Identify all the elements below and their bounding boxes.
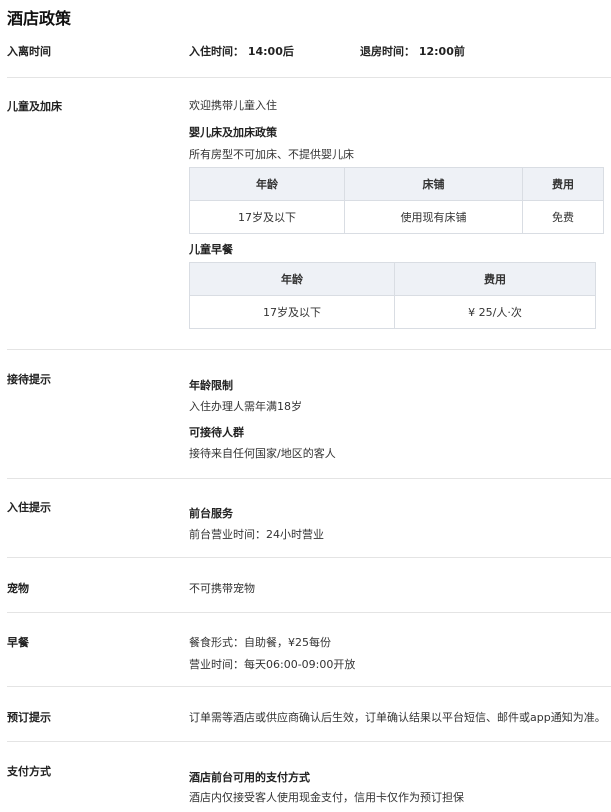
payment-title: 酒店前台可用的支付方式: [189, 771, 310, 784]
table-cell: 使用现有床铺: [344, 200, 523, 234]
checkin-time: 入住时间： 14:00后: [189, 45, 294, 58]
table-header-cell: 费用: [522, 167, 604, 201]
reception-section: 接待提示 年龄限制 入住办理人需年满18岁 可接待人群 接待来自任何国家/地区的…: [7, 349, 611, 479]
front-desk-desc: 前台营业时间：24小时营业: [189, 528, 324, 541]
guests-desc: 接待来自任何国家/地区的客人: [189, 447, 336, 460]
payment-section: 支付方式 酒店前台可用的支付方式 酒店内仅接受客人使用现金支付，信用卡仅作为预订…: [7, 741, 611, 812]
child-breakfast-table: 年龄 费用 17岁及以下 ¥ 25/人·次: [189, 262, 596, 329]
stay-section: 入住提示 前台服务 前台营业时间：24小时营业: [7, 478, 611, 558]
pets-section-label: 宠物: [7, 582, 29, 595]
table-header-cell: 年龄: [189, 262, 395, 296]
booking-desc: 订单需等酒店或供应商确认后生效，订单确认结果以平台短信、邮件或app通知为准。: [189, 711, 606, 724]
table-header-cell: 床铺: [344, 167, 523, 201]
booking-section: 预订提示 订单需等酒店或供应商确认后生效，订单确认结果以平台短信、邮件或app通…: [7, 686, 611, 742]
children-welcome: 欢迎携带儿童入住: [189, 99, 277, 112]
table-cell: ¥ 25/人·次: [394, 295, 596, 329]
page-title: 酒店政策: [7, 9, 72, 28]
stay-section-label: 入住提示: [7, 501, 51, 514]
crib-policy-desc: 所有房型不可加床、不提供婴儿床: [189, 148, 354, 161]
children-section-label: 儿童及加床: [7, 100, 62, 113]
table-row: 17岁及以下 ¥ 25/人·次: [189, 295, 596, 329]
checkin-section-label: 入离时间: [7, 45, 51, 58]
pets-desc: 不可携带宠物: [189, 582, 255, 595]
payment-desc: 酒店内仅接受客人使用现金支付，信用卡仅作为预订担保: [189, 791, 464, 804]
crib-policy-title: 婴儿床及加床政策: [189, 126, 277, 139]
front-desk-title: 前台服务: [189, 507, 233, 520]
free-fee-cell: 免费: [522, 200, 604, 234]
child-breakfast-title: 儿童早餐: [189, 243, 233, 256]
age-limit-title: 年龄限制: [189, 379, 233, 392]
age-limit-desc: 入住办理人需年满18岁: [189, 400, 302, 413]
breakfast-form: 餐食形式：自助餐，¥25每份: [189, 636, 331, 649]
children-section: 儿童及加床 欢迎携带儿童入住 婴儿床及加床政策 所有房型不可加床、不提供婴儿床 …: [7, 77, 611, 350]
guests-title: 可接待人群: [189, 426, 244, 439]
crib-policy-table: 年龄 床铺 费用 17岁及以下 使用现有床铺 免费: [189, 167, 604, 234]
breakfast-section: 早餐 餐食形式：自助餐，¥25每份 营业时间：每天06:00-09:00开放: [7, 612, 611, 687]
table-cell: 17岁及以下: [189, 295, 395, 329]
booking-section-label: 预订提示: [7, 711, 51, 724]
table-header-row: 年龄 费用: [189, 262, 596, 296]
table-cell: 17岁及以下: [189, 200, 345, 234]
table-header-cell: 费用: [394, 262, 596, 296]
pets-section: 宠物 不可携带宠物: [7, 557, 611, 613]
payment-section-label: 支付方式: [7, 765, 51, 778]
table-header-row: 年龄 床铺 费用: [189, 167, 604, 201]
table-header-cell: 年龄: [189, 167, 345, 201]
checkout-time: 退房时间： 12:00前: [360, 45, 465, 58]
reception-section-label: 接待提示: [7, 373, 51, 386]
breakfast-section-label: 早餐: [7, 636, 29, 649]
breakfast-hours: 营业时间：每天06:00-09:00开放: [189, 658, 356, 671]
table-row: 17岁及以下 使用现有床铺 免费: [189, 200, 604, 234]
